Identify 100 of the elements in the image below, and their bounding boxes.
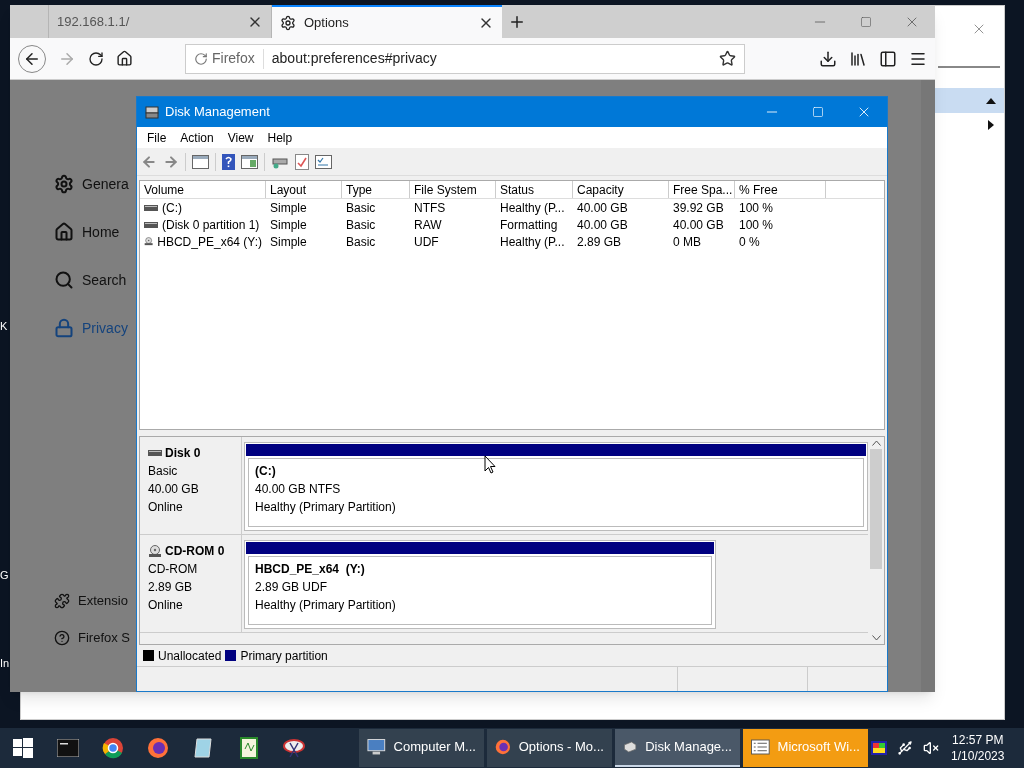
url-field[interactable]: Firefox about:preferences#privacy — [185, 43, 745, 74]
column-header[interactable]: Type — [342, 181, 410, 198]
partition-block[interactable]: HBCD_PE_x64 (Y:) 2.89 GB UDF Healthy (Primary Partition) — [244, 540, 716, 629]
table-cell-text: Formatting — [499, 216, 559, 234]
browser-tab[interactable]: 192.168.1.1/ — [48, 5, 272, 38]
table-cell-text: 0 % — [738, 233, 761, 251]
table-cell-text: Healthy (P... — [499, 199, 566, 217]
disk-status: Online — [148, 597, 184, 614]
table-cell-text: 100 % — [738, 216, 775, 234]
legend-label: Unallocated — [158, 647, 222, 665]
sidebar-item[interactable]: Home — [54, 208, 120, 256]
mouse-cursor-icon — [484, 455, 496, 474]
disk-label-panel[interactable]: Disk 0 Basic 40.00 GB Online — [140, 437, 242, 534]
start-icon[interactable] — [12, 738, 33, 758]
bookmark-star-icon[interactable] — [719, 50, 736, 67]
terminal-icon[interactable] — [56, 739, 79, 757]
clock-date[interactable]: 1/10/2023 — [951, 748, 1005, 764]
table-cell-text: 39.92 GB — [672, 199, 725, 217]
help-icon[interactable] — [222, 153, 235, 170]
spreadsheet-icon[interactable] — [238, 737, 259, 759]
sidebar-item[interactable]: Search — [54, 256, 127, 304]
table-cell-text: 2.89 GB — [576, 233, 623, 251]
identity-label: Firefox — [212, 49, 255, 68]
muted-speaker-icon[interactable] — [922, 740, 939, 756]
scissors-icon[interactable] — [281, 737, 306, 759]
console-tree-icon[interactable] — [192, 154, 209, 169]
column-header[interactable]: Layout — [266, 181, 342, 198]
column-header[interactable]: Capacity — [573, 181, 669, 198]
table-cell-text: Simple — [269, 216, 308, 234]
table-cell-text: 40.00 GB — [576, 216, 629, 234]
taskbar-button[interactable]: Disk Manage... — [614, 729, 740, 767]
search-icon — [54, 270, 74, 290]
disk-size: 40.00 GB — [148, 481, 200, 498]
sidebar-item[interactable]: Genera — [54, 160, 129, 208]
column-header[interactable]: % Free — [735, 181, 826, 198]
disk-type: Basic — [148, 463, 179, 480]
expand-icon[interactable] — [988, 120, 994, 130]
column-header[interactable]: File System — [410, 181, 496, 198]
taskbar-button[interactable]: Computer M... — [358, 729, 484, 767]
action-pane-icon[interactable] — [241, 154, 258, 169]
download-icon[interactable] — [819, 49, 837, 68]
scroll-thumb[interactable] — [870, 449, 882, 569]
cd-drive-icon — [148, 544, 162, 558]
table-cell-text: Basic — [345, 199, 377, 217]
table-cell-text: 0 MB — [672, 233, 702, 251]
gear-icon — [54, 174, 74, 194]
legend-label: Primary partition — [240, 647, 328, 665]
fox-browser-icon[interactable] — [147, 737, 170, 759]
desktop-icon-label[interactable]: In — [0, 657, 10, 670]
sidebar-icon[interactable] — [879, 49, 897, 68]
partition-detail: 2.89 GB UDF — [255, 579, 328, 596]
browser-icon[interactable] — [102, 737, 125, 759]
forward-icon[interactable] — [163, 153, 179, 170]
partition-status: Healthy (Primary Partition) — [255, 597, 396, 614]
menu-item[interactable]: File — [141, 128, 173, 147]
back-icon[interactable] — [141, 153, 157, 170]
table-cell-text: Simple — [269, 199, 308, 217]
column-header[interactable]: Free Spa... — [669, 181, 735, 198]
footer-link[interactable]: Extensio — [54, 582, 128, 619]
table-cell: (Disk 0 partition 1) — [140, 215, 266, 234]
library-icon[interactable] — [849, 49, 867, 68]
disk-label-panel[interactable]: CD-ROM 0 CD-ROM 2.89 GB Online — [140, 535, 242, 632]
table-cell: HBCD_PE_x64 (Y:) — [140, 232, 266, 251]
table-cell-text: 40.00 GB — [576, 199, 629, 217]
home-icon — [54, 222, 74, 242]
help-icon — [54, 629, 70, 646]
checklist-icon[interactable] — [295, 153, 309, 170]
taskbar-button[interactable]: Options - Mo... — [486, 729, 612, 767]
browser-tab[interactable]: Options — [272, 5, 502, 38]
partition-name: (C:) — [255, 463, 276, 480]
partition-name: HBCD_PE_x64 (Y:) — [255, 561, 365, 578]
scroll-down-icon[interactable] — [871, 635, 881, 641]
disk-status: Online — [148, 499, 184, 516]
menu-item[interactable]: View — [221, 128, 260, 147]
display-icon[interactable] — [870, 741, 887, 755]
partition-block[interactable]: (C:) 40.00 GB NTFS Healthy (Primary Partition) — [244, 442, 868, 531]
table-cell-text: Simple — [269, 233, 308, 251]
desktop-icon-label[interactable]: K — [0, 320, 8, 333]
puzzle-icon — [54, 592, 70, 609]
clock-time[interactable]: 12:57 PM — [952, 732, 1004, 748]
url-text: about:preferences#privacy — [270, 49, 438, 68]
desktop-icon-label[interactable]: G — [0, 569, 9, 582]
cd-drive-icon — [144, 235, 154, 248]
disk-name: Disk 0 — [165, 445, 201, 462]
column-header[interactable]: Volume — [140, 181, 266, 198]
partition-status: Healthy (Primary Partition) — [255, 499, 396, 516]
notepad-icon[interactable] — [193, 737, 214, 759]
disk-size: 2.89 GB — [148, 579, 194, 596]
menu-item[interactable]: Action — [174, 128, 220, 147]
column-header[interactable]: Status — [496, 181, 573, 198]
table-cell-text: Basic — [345, 216, 377, 234]
home-icon[interactable] — [116, 50, 133, 67]
scroll-up-icon[interactable] — [871, 440, 881, 446]
usb-icon[interactable] — [896, 740, 913, 756]
menu-item[interactable]: Help — [261, 128, 299, 147]
footer-link[interactable]: Firefox S — [54, 619, 130, 656]
collapse-icon[interactable] — [986, 97, 996, 104]
disk-name: CD-ROM 0 — [165, 543, 225, 560]
properties-icon[interactable] — [315, 154, 332, 169]
reload-icon[interactable] — [88, 50, 104, 67]
